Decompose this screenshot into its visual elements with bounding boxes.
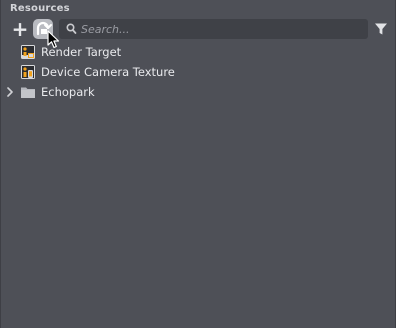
tree-item-label: Render Target [41,45,122,59]
search-box [59,19,368,39]
search-icon [66,23,77,34]
tree-item-label: Device Camera Texture [41,65,175,79]
tree-item-label: Echopark [41,85,95,99]
device-camera-texture-icon [21,65,35,79]
render-target-icon [21,45,35,59]
panel-title: Resources [10,3,70,14]
folder-icon [21,87,35,98]
tree-item-device-camera-texture[interactable]: Device Camera Texture [1,62,396,82]
filter-icon[interactable] [374,22,388,36]
tree-item-render-target[interactable]: Render Target [1,42,396,62]
tree-item-echopark[interactable]: Echopark [1,82,396,102]
resources-toolbar: + [1,18,396,49]
add-resource-button[interactable]: + [11,19,29,39]
chevron-right-icon[interactable] [6,87,14,97]
resources-panel: Resources + Search... Render Target Devi… [0,0,396,328]
search-input[interactable] [81,19,361,39]
